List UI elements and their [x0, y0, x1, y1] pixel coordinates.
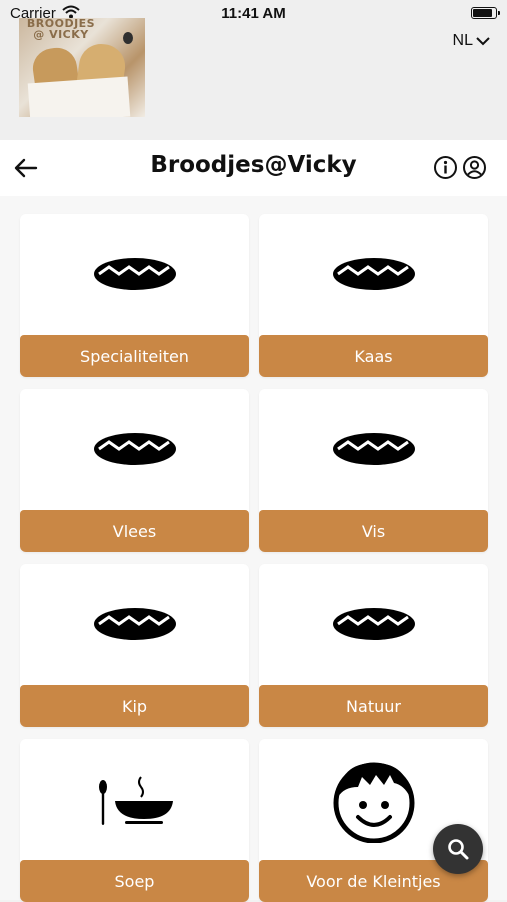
brand-logo: BROODJES @ VICKY: [19, 18, 145, 117]
search-icon: [448, 839, 469, 860]
category-label: Specialiteiten: [20, 335, 249, 377]
kid-face-icon: [333, 762, 414, 843]
info-icon[interactable]: [433, 155, 458, 180]
top-banner: Carrier 11:41 AM BROODJES @ VICKY NL: [0, 0, 507, 140]
category-card-soep[interactable]: Soep: [20, 739, 249, 902]
category-card-vlees[interactable]: Vlees: [20, 389, 249, 552]
category-card-vis[interactable]: Vis: [259, 389, 488, 552]
category-label: Soep: [20, 860, 249, 902]
logo-text: BROODJES @ VICKY: [26, 18, 96, 41]
category-label: Natuur: [259, 685, 488, 727]
language-selector[interactable]: NL: [453, 32, 491, 50]
sandwich-icon: [332, 258, 415, 290]
page-title: Broodjes@Vicky: [150, 152, 357, 178]
sandwich-icon: [332, 608, 415, 640]
user-profile-icon[interactable]: [462, 155, 487, 180]
nav-bar: Broodjes@Vicky: [0, 140, 507, 196]
sandwich-icon: [93, 608, 176, 640]
language-label: NL: [452, 32, 473, 49]
sandwich-icon: [332, 433, 415, 465]
category-list: Specialiteiten Kaas Vlees Vis Kip Natuur: [0, 196, 507, 902]
category-label: Kip: [20, 685, 249, 727]
search-button[interactable]: [433, 824, 483, 874]
category-label: Kaas: [259, 335, 488, 377]
chevron-down-icon: [476, 37, 490, 46]
sandwich-icon: [93, 433, 176, 465]
category-card-kaas[interactable]: Kaas: [259, 214, 488, 377]
category-card-voor-de-kleintjes[interactable]: Voor de Kleintjes: [259, 739, 488, 902]
category-label: Vis: [259, 510, 488, 552]
category-card-natuur[interactable]: Natuur: [259, 564, 488, 727]
battery-icon: [471, 7, 500, 19]
category-card-kip[interactable]: Kip: [20, 564, 249, 727]
sandwich-icon: [93, 258, 176, 290]
soup-icon: [98, 776, 173, 825]
category-card-specialiteiten[interactable]: Specialiteiten: [20, 214, 249, 377]
category-label: Vlees: [20, 510, 249, 552]
